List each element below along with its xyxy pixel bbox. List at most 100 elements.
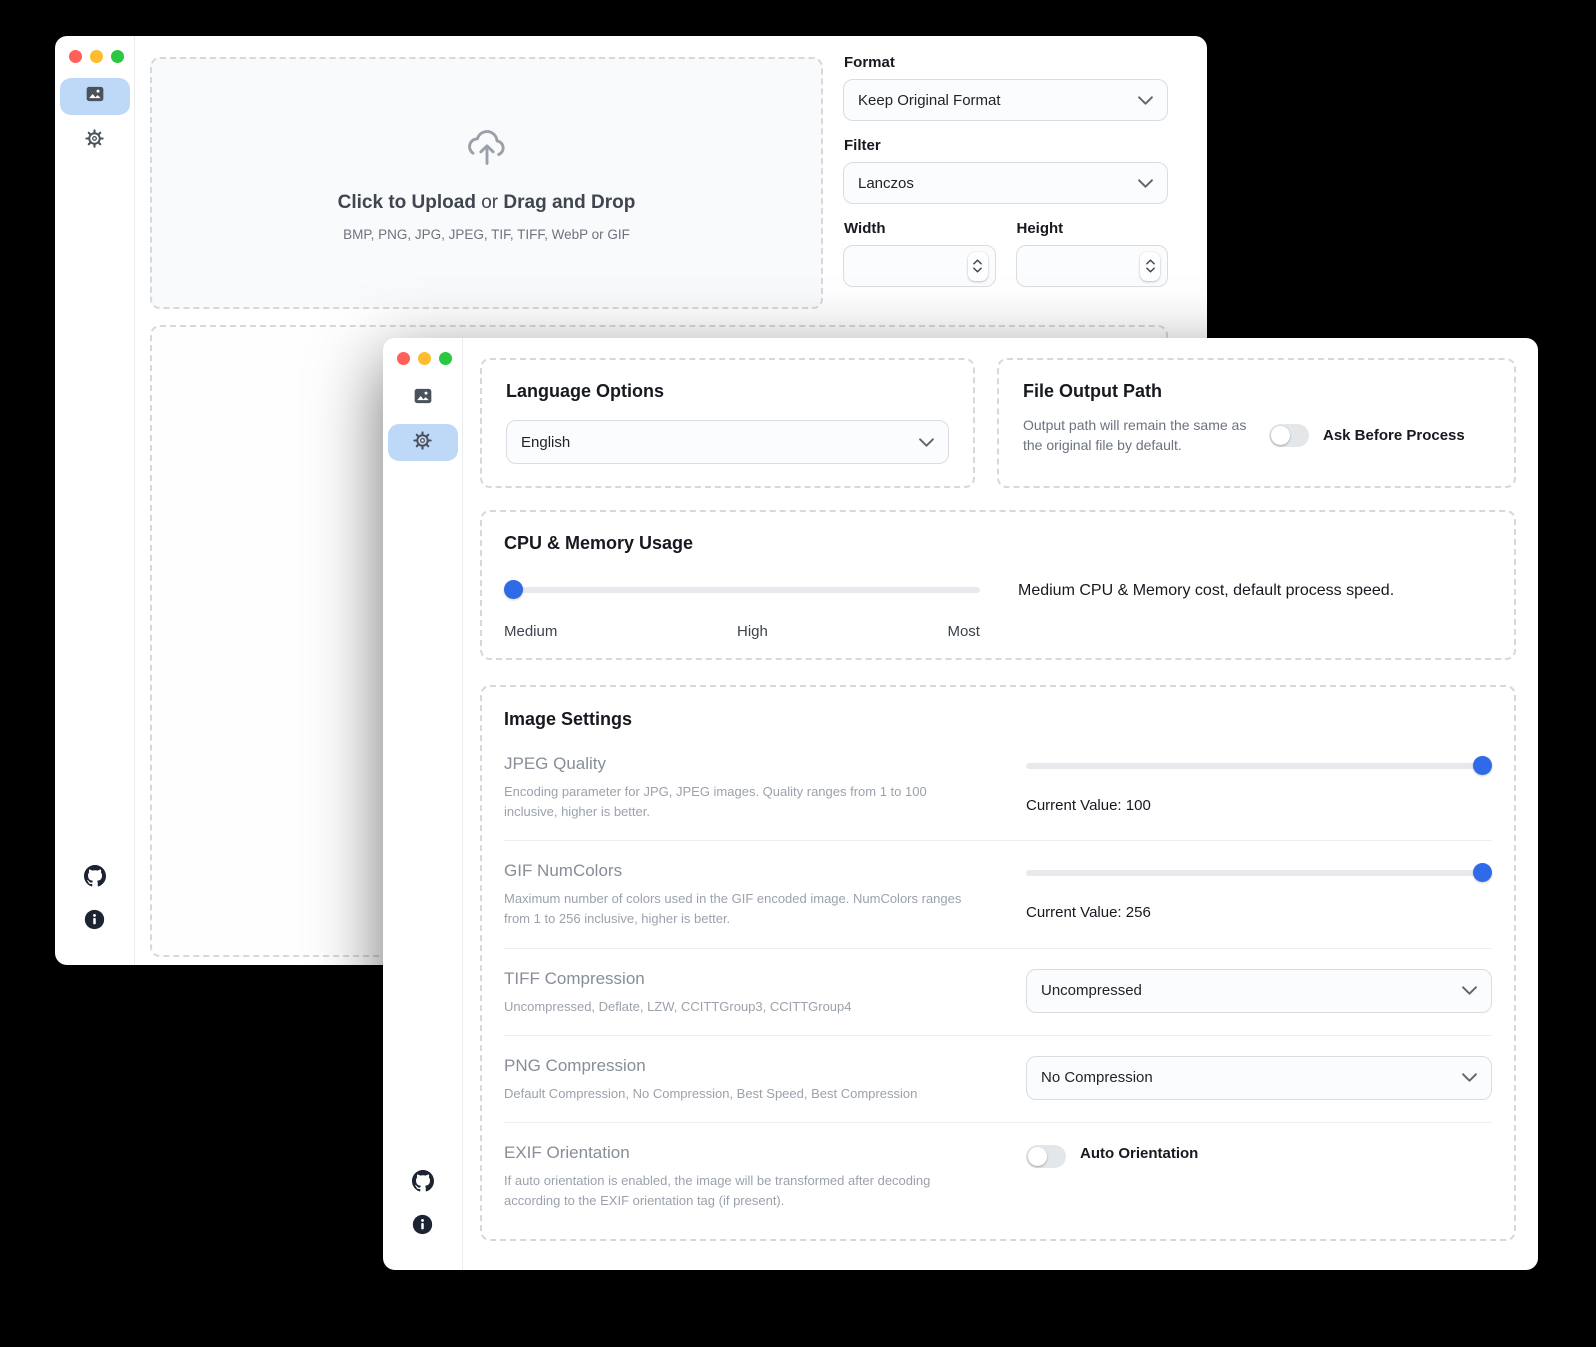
slider-track <box>504 587 980 593</box>
gif-numcolors-description: Maximum number of colors used in the GIF… <box>504 889 982 929</box>
ask-before-process-label: Ask Before Process <box>1323 427 1465 444</box>
tiff-compression-row: TIFF Compression Uncompressed, Deflate, … <box>504 948 1492 1035</box>
width-input[interactable] <box>843 245 996 287</box>
convert-options-panel: Format Keep Original Format Filter Lancz… <box>843 54 1168 287</box>
toggle-knob <box>1028 1147 1047 1166</box>
sidebar <box>55 36 135 965</box>
chevron-down-icon <box>1462 1069 1477 1086</box>
cpu-memory-section: CPU & Memory Usage Medium High Most Medi… <box>480 510 1516 660</box>
format-select[interactable]: Keep Original Format <box>843 79 1168 121</box>
image-icon <box>85 84 105 109</box>
filter-value: Lanczos <box>858 175 914 192</box>
image-settings-section: Image Settings JPEG Quality Encoding par… <box>480 685 1516 1241</box>
auto-orientation-toggle[interactable] <box>1026 1145 1066 1168</box>
jpeg-quality-current-value: Current Value: 100 <box>1026 797 1492 814</box>
info-icon[interactable] <box>412 1214 433 1240</box>
settings-window: Language Options English File Output Pat… <box>383 338 1538 1270</box>
jpeg-quality-title: JPEG Quality <box>504 754 982 774</box>
stepper-icon[interactable] <box>968 252 988 281</box>
exif-orientation-title: EXIF Orientation <box>504 1143 982 1163</box>
chevron-down-icon <box>1138 175 1153 192</box>
exif-orientation-row: EXIF Orientation If auto orientation is … <box>504 1122 1492 1229</box>
jpeg-quality-description: Encoding parameter for JPG, JPEG images.… <box>504 782 982 822</box>
format-label: Format <box>844 54 1168 71</box>
output-path-description: Output path will remain the same as the … <box>1023 415 1251 456</box>
width-label: Width <box>844 220 996 237</box>
tick-medium: Medium <box>504 623 557 640</box>
filter-select[interactable]: Lanczos <box>843 162 1168 204</box>
chevron-down-icon <box>919 434 934 451</box>
upload-dropzone[interactable]: Click to Upload or Drag and Drop BMP, PN… <box>150 57 823 309</box>
png-compression-row: PNG Compression Default Compression, No … <box>504 1035 1492 1122</box>
upload-title-drag: Drag and Drop <box>503 192 635 213</box>
github-icon[interactable] <box>412 1170 434 1197</box>
slider-thumb[interactable] <box>1473 863 1492 882</box>
sidebar-item-settings[interactable] <box>60 122 130 159</box>
info-icon[interactable] <box>84 909 105 935</box>
slider-track <box>1026 763 1492 769</box>
slider-thumb[interactable] <box>504 580 523 599</box>
traffic-lights <box>69 50 124 63</box>
minimize-button[interactable] <box>418 352 431 365</box>
image-icon <box>413 386 433 411</box>
chevron-down-icon <box>1138 92 1153 109</box>
language-select[interactable]: English <box>506 420 949 464</box>
gear-icon <box>84 128 105 154</box>
ask-before-process-toggle[interactable] <box>1269 424 1309 447</box>
minimize-button[interactable] <box>90 50 103 63</box>
upload-title-click: Click to Upload <box>338 192 476 213</box>
cpu-memory-slider[interactable] <box>504 580 980 599</box>
zoom-button[interactable] <box>111 50 124 63</box>
sidebar-item-convert[interactable] <box>388 380 458 417</box>
file-output-path-section: File Output Path Output path will remain… <box>997 358 1516 488</box>
github-icon[interactable] <box>84 865 106 892</box>
jpeg-quality-slider[interactable] <box>1026 756 1492 775</box>
height-label: Height <box>1017 220 1169 237</box>
tiff-compression-select[interactable]: Uncompressed <box>1026 969 1492 1013</box>
tick-high: High <box>737 623 768 640</box>
chevron-down-icon <box>1462 982 1477 999</box>
slider-track <box>1026 870 1492 876</box>
upload-title: Click to Upload or Drag and Drop <box>338 192 636 214</box>
image-settings-title: Image Settings <box>504 709 1492 730</box>
cpu-slider-ticks: Medium High Most <box>504 623 980 640</box>
tiff-compression-title: TIFF Compression <box>504 969 982 989</box>
gif-numcolors-current-value: Current Value: 256 <box>1026 904 1492 921</box>
exif-orientation-description: If auto orientation is enabled, the imag… <box>504 1171 982 1211</box>
language-options-section: Language Options English <box>480 358 975 488</box>
toggle-knob <box>1271 426 1290 445</box>
auto-orientation-label: Auto Orientation <box>1080 1145 1198 1162</box>
jpeg-quality-row: JPEG Quality Encoding parameter for JPG,… <box>504 734 1492 840</box>
zoom-button[interactable] <box>439 352 452 365</box>
cpu-memory-title: CPU & Memory Usage <box>504 533 1492 554</box>
sidebar-item-convert[interactable] <box>60 78 130 115</box>
traffic-lights <box>397 352 452 365</box>
language-value: English <box>521 434 570 451</box>
cloud-upload-icon <box>461 125 513 176</box>
upload-formats: BMP, PNG, JPG, JPEG, TIF, TIFF, WebP or … <box>343 227 630 242</box>
png-compression-value: No Compression <box>1041 1069 1153 1086</box>
gif-numcolors-title: GIF NumColors <box>504 861 982 881</box>
png-compression-select[interactable]: No Compression <box>1026 1056 1492 1100</box>
sidebar <box>383 338 463 1270</box>
slider-thumb[interactable] <box>1473 756 1492 775</box>
sidebar-item-settings[interactable] <box>388 424 458 461</box>
gif-numcolors-slider[interactable] <box>1026 863 1492 882</box>
height-input[interactable] <box>1016 245 1169 287</box>
stepper-icon[interactable] <box>1140 252 1160 281</box>
file-output-path-title: File Output Path <box>1023 381 1490 402</box>
upload-title-or: or <box>476 192 503 213</box>
png-compression-description: Default Compression, No Compression, Bes… <box>504 1084 982 1104</box>
png-compression-title: PNG Compression <box>504 1056 982 1076</box>
tiff-compression-description: Uncompressed, Deflate, LZW, CCITTGroup3,… <box>504 997 982 1017</box>
gear-icon <box>412 430 433 456</box>
close-button[interactable] <box>397 352 410 365</box>
cpu-status-text: Medium CPU & Memory cost, default proces… <box>1018 582 1394 600</box>
filter-label: Filter <box>844 137 1168 154</box>
tick-most: Most <box>947 623 980 640</box>
tiff-compression-value: Uncompressed <box>1041 982 1142 999</box>
close-button[interactable] <box>69 50 82 63</box>
gif-numcolors-row: GIF NumColors Maximum number of colors u… <box>504 840 1492 947</box>
format-value: Keep Original Format <box>858 92 1001 109</box>
language-options-title: Language Options <box>506 381 949 402</box>
